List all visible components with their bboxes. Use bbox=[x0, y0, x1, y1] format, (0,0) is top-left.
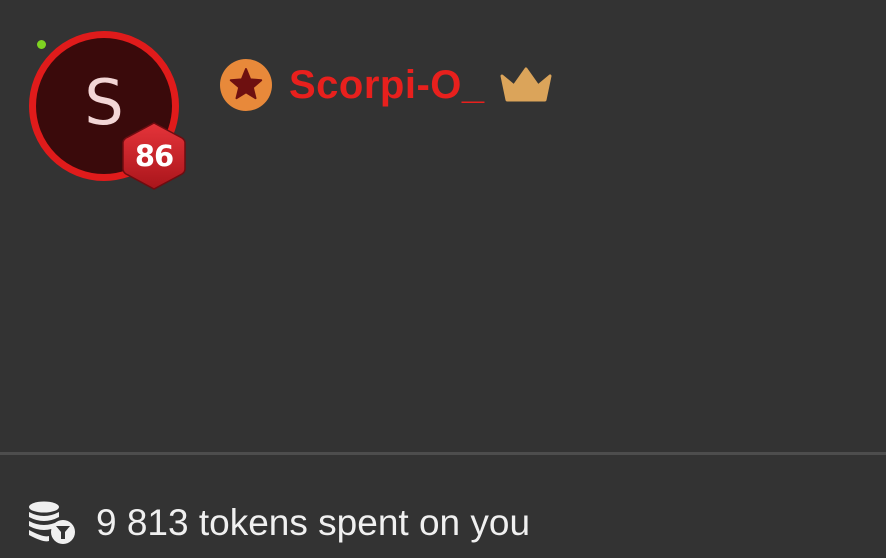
profile-header: S 86 Scorpi-O_ bbox=[0, 0, 886, 452]
username-row: Scorpi-O_ bbox=[219, 57, 553, 113]
online-status-indicator bbox=[37, 40, 46, 49]
level-badge: 86 bbox=[120, 120, 188, 192]
coins-icon bbox=[29, 501, 75, 544]
avatar-initial: S bbox=[84, 66, 124, 139]
tokens-spent-text: 9 813 tokens spent on you bbox=[96, 501, 531, 543]
level-number: 86 bbox=[134, 139, 174, 173]
username[interactable]: Scorpi-O_ bbox=[289, 65, 485, 105]
tokens-spent-row: 9 813 tokens spent on you bbox=[26, 490, 530, 554]
divider bbox=[0, 452, 886, 455]
star-badge-icon bbox=[220, 59, 272, 111]
user-info-panel: S 86 Scorpi-O_ 9 813 tokens spent on you bbox=[0, 0, 886, 558]
crown-icon bbox=[500, 67, 552, 102]
